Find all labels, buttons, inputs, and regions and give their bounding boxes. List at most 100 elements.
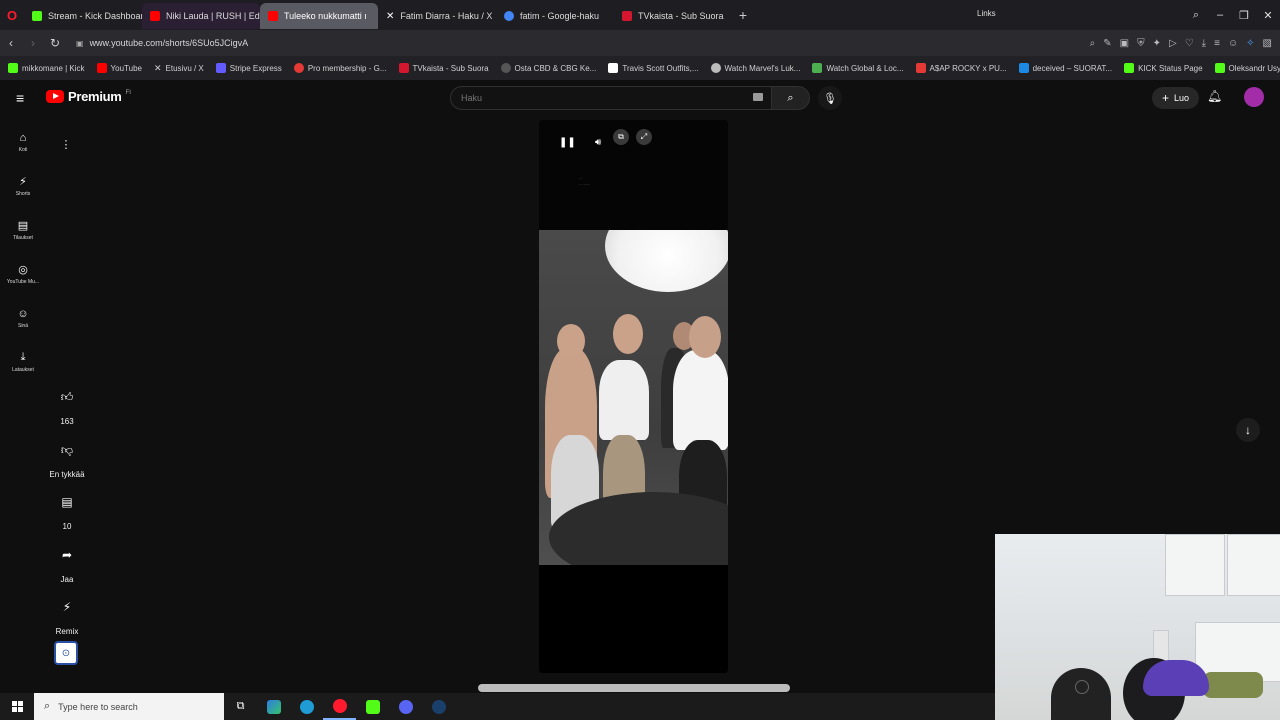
create-button[interactable]: + Luo: [1152, 87, 1200, 109]
task-view-icon[interactable]: ⧉: [224, 693, 257, 720]
tab-search-icon[interactable]: ⌕: [1184, 9, 1208, 22]
bookmark-item[interactable]: Travis Scott Outfits,...: [608, 63, 699, 73]
kick-favicon-icon: [32, 11, 42, 21]
opera-logo-icon[interactable]: O: [0, 0, 24, 30]
globe-icon: [500, 63, 511, 73]
bookmark-item[interactable]: A$AP ROCKY x PU...: [915, 63, 1007, 73]
arrow-down-icon: ↓: [1245, 423, 1251, 437]
notifications-bell-icon[interactable]: 🔔︎: [1207, 89, 1222, 103]
audio-source-thumbnail[interactable]: ⊙: [54, 641, 78, 665]
fullscreen-icon[interactable]: ⤢: [636, 129, 652, 145]
guide-menu-icon[interactable]: ≡: [16, 90, 24, 106]
bookmark-item[interactable]: KICK Status Page: [1124, 63, 1203, 73]
zoom-icon[interactable]: ⌕: [1090, 38, 1096, 49]
bookmark-item[interactable]: mikkomane | Kick: [8, 63, 85, 73]
youtube-icon: [96, 63, 107, 73]
back-icon[interactable]: ‹: [0, 36, 22, 50]
share-button[interactable]: ➦: [52, 540, 82, 570]
more-options-button[interactable]: ⋮: [55, 133, 77, 155]
keyboard-icon[interactable]: [753, 93, 763, 101]
kick-app-icon[interactable]: [356, 693, 389, 720]
cube-icon[interactable]: ▧: [1263, 38, 1272, 49]
marvel-icon: [710, 63, 721, 73]
windows-start-icon[interactable]: [0, 701, 34, 712]
profile-icon[interactable]: ☺: [1228, 38, 1238, 49]
youtube-masthead: ≡ Premium FI ⌕ 🎙︎ + Luo 🔔︎: [0, 80, 1280, 116]
person-head: [689, 316, 721, 358]
bookmark-item[interactable]: ✕ Etusivu / X: [154, 63, 204, 74]
guide-item-home[interactable]: ⌂ Koti: [0, 120, 46, 164]
taskbar-links-label[interactable]: Links: [977, 9, 996, 18]
bookmark-label: Watch Marvel's Luk...: [724, 63, 801, 73]
volume-icon[interactable]: 🔊︎: [595, 137, 601, 148]
remix-button[interactable]: ⚡︎: [52, 592, 82, 622]
guide-item-subscriptions[interactable]: ▤ Tilaukset: [0, 208, 46, 252]
play-icon[interactable]: ▷: [1169, 38, 1177, 49]
tab-x-search[interactable]: ✕ Fatim Diarra - Haku / X: [378, 3, 496, 29]
guide-item-shorts[interactable]: ⚡︎ Shorts: [0, 164, 46, 208]
bookmark-item[interactable]: Stripe Express: [215, 63, 282, 73]
tab-google-search[interactable]: fatim - Google-haku: [496, 3, 614, 29]
shorts-player[interactable]: ❚❚ 🔊︎ ⧉ ⤢ ∙∙∙ ∙∙∙∙∙∙∙∙∙∙: [539, 120, 728, 673]
minimize-icon[interactable]: –: [1208, 9, 1232, 21]
person-head: [613, 314, 643, 354]
maximize-icon[interactable]: ❐: [1232, 9, 1256, 22]
search-button[interactable]: ⌕: [772, 86, 810, 110]
dislike-label: En tykkää: [49, 470, 85, 479]
bookmark-item[interactable]: YouTube: [96, 63, 142, 73]
guide-label: Shorts: [15, 191, 31, 197]
steam-app-icon[interactable]: [422, 693, 455, 720]
pause-icon[interactable]: ❚❚: [559, 137, 576, 148]
heart-icon[interactable]: ♡: [1185, 38, 1194, 49]
taskbar-search[interactable]: ⌕ Type here to search: [34, 693, 224, 720]
discord-app-icon[interactable]: [389, 693, 422, 720]
bookmark-item[interactable]: Pro membership - G...: [293, 63, 387, 73]
music-icon: ◎: [18, 264, 28, 276]
new-tab-button[interactable]: +: [732, 7, 754, 23]
url-field[interactable]: ▣ www.youtube.com/shorts/6SUo5JCigvA: [76, 38, 248, 48]
edge-browser-icon[interactable]: [290, 693, 323, 720]
miniplayer-icon[interactable]: ⧉: [613, 129, 629, 145]
aria-icon[interactable]: ✧: [1246, 38, 1254, 49]
guide-item-you[interactable]: ☺ Sinä: [0, 296, 46, 340]
guide-item-downloads[interactable]: ⤓ Lataukset: [0, 340, 46, 384]
kick-icon: [8, 63, 18, 73]
bookmark-item[interactable]: TVkaista - Sub Suora: [398, 63, 489, 73]
menu-icon[interactable]: ≡: [1214, 38, 1220, 49]
bookmark-label: Travis Scott Outfits,...: [622, 63, 699, 73]
guide-item-music[interactable]: ◎ YouTube Mu...: [0, 252, 46, 296]
next-video-button[interactable]: ↓: [1236, 418, 1260, 442]
bookmark-item[interactable]: Watch Marvel's Luk...: [710, 63, 801, 73]
bookmark-item[interactable]: Oleksandr Usyk vs D...: [1214, 63, 1280, 73]
search-box: [450, 86, 772, 110]
bookmark-item[interactable]: deceived – SUORAT...: [1018, 63, 1112, 73]
bookmark-item[interactable]: Osta CBD & CBG Ke...: [500, 63, 596, 73]
youtube-premium-logo[interactable]: Premium FI: [46, 89, 131, 104]
bookmark-item[interactable]: Watch Global & Loc...: [812, 63, 904, 73]
search-input[interactable]: [451, 87, 731, 109]
tab-title: Niki Lauda | RUSH | Edit | +: [166, 11, 260, 21]
more-vert-icon: ⋮: [60, 138, 72, 151]
forward-icon[interactable]: ›: [22, 36, 44, 50]
avatar[interactable]: [1244, 87, 1264, 107]
paint-app-icon[interactable]: [257, 693, 290, 720]
download-icon[interactable]: ⤓: [1202, 38, 1206, 49]
tab-kick-dashboard[interactable]: Stream - Kick Dashboard: [24, 3, 142, 29]
voice-search-button[interactable]: 🎙︎: [818, 86, 842, 110]
reload-icon[interactable]: ↻: [44, 36, 66, 50]
tab-active-shorts[interactable]: Tuleeko nukkumatti ı: [260, 3, 378, 29]
tab-tvkaista[interactable]: TVkaista - Sub Suora: [614, 3, 732, 29]
like-button[interactable]: 👍︎: [52, 382, 82, 412]
share-icon: ➦: [61, 548, 73, 562]
opera-browser-icon[interactable]: [323, 693, 356, 720]
extension-icon[interactable]: ✦: [1153, 38, 1161, 49]
close-icon[interactable]: ✕: [1256, 9, 1280, 22]
country-code: FI: [125, 89, 131, 96]
pin-icon: [293, 63, 304, 73]
tab-niki-lauda[interactable]: Niki Lauda | RUSH | Edit | +: [142, 3, 260, 29]
shield-icon[interactable]: ⛨: [1137, 38, 1145, 49]
edit-icon[interactable]: ✎: [1103, 38, 1111, 49]
comments-button[interactable]: ▤: [52, 487, 82, 517]
dislike-button[interactable]: 👎︎: [52, 435, 82, 465]
camera-icon[interactable]: ▣: [1120, 38, 1129, 49]
